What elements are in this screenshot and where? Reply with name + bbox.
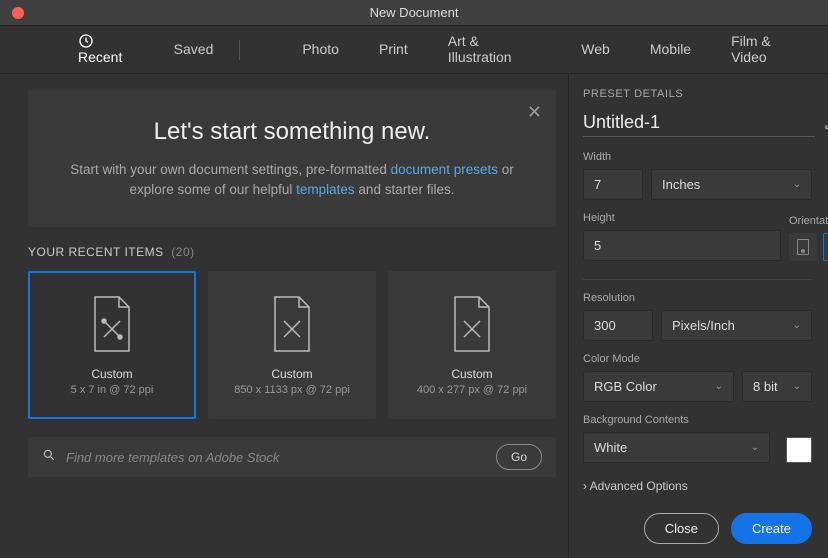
create-button[interactable]: Create bbox=[731, 513, 812, 544]
resolution-unit-value: Pixels/Inch bbox=[672, 318, 735, 333]
card-sub: 5 x 7 in @ 72 ppi bbox=[71, 384, 154, 396]
titlebar: New Document bbox=[0, 0, 828, 26]
chevron-right-icon: › bbox=[583, 479, 587, 493]
chevron-down-icon: ⌄ bbox=[715, 381, 723, 392]
preset-details-panel: PRESET DETAILS Width Inches ⌄ Height bbox=[568, 74, 828, 558]
search-icon bbox=[42, 448, 56, 467]
bg-select[interactable]: White ⌄ bbox=[583, 432, 770, 463]
colormode-label: Color Mode bbox=[583, 353, 812, 365]
advanced-label: Advanced Options bbox=[590, 479, 688, 493]
tab-art[interactable]: Art & Illustration bbox=[446, 21, 544, 78]
chevron-down-icon: ⌄ bbox=[793, 381, 801, 392]
bg-label: Background Contents bbox=[583, 414, 812, 426]
card-name: Custom bbox=[451, 367, 492, 381]
colormode-value: RGB Color bbox=[594, 379, 657, 394]
recent-items-label: YOUR RECENT ITEMS bbox=[28, 245, 164, 259]
height-input[interactable] bbox=[583, 230, 781, 261]
search-input[interactable] bbox=[66, 450, 486, 465]
tab-print[interactable]: Print bbox=[377, 29, 410, 70]
document-icon bbox=[449, 295, 495, 353]
unit-select[interactable]: Inches ⌄ bbox=[651, 169, 812, 200]
tab-saved[interactable]: Saved bbox=[172, 29, 216, 70]
tab-recent-label: Recent bbox=[78, 49, 122, 65]
resolution-input[interactable] bbox=[583, 310, 653, 341]
orientation-landscape[interactable] bbox=[823, 233, 828, 261]
document-icon bbox=[269, 295, 315, 353]
close-icon[interactable]: ✕ bbox=[527, 102, 542, 123]
recent-card[interactable]: Custom 5 x 7 in @ 72 ppi bbox=[28, 271, 196, 419]
bg-swatch[interactable] bbox=[786, 437, 812, 463]
chevron-down-icon: ⌄ bbox=[751, 442, 759, 453]
recent-items-count: (20) bbox=[171, 245, 194, 259]
recent-cards: Custom 5 x 7 in @ 72 ppi Custom 850 x 11… bbox=[28, 271, 556, 419]
bitdepth-value: 8 bit bbox=[753, 379, 778, 394]
window-title: New Document bbox=[0, 5, 828, 20]
document-name-input[interactable] bbox=[583, 112, 815, 137]
left-pane: ✕ Let's start something new. Start with … bbox=[0, 74, 568, 558]
advanced-options-toggle[interactable]: › Advanced Options bbox=[583, 479, 812, 493]
document-icon bbox=[89, 295, 135, 353]
stock-searchbar: Go bbox=[28, 437, 556, 477]
card-name: Custom bbox=[271, 367, 312, 381]
resolution-unit-select[interactable]: Pixels/Inch ⌄ bbox=[661, 310, 812, 341]
tab-mobile[interactable]: Mobile bbox=[648, 29, 693, 70]
recent-items-header: YOUR RECENT ITEMS (20) bbox=[28, 245, 556, 259]
card-sub: 400 x 277 px @ 72 ppi bbox=[417, 384, 527, 396]
hero-text-frag: Start with your own document settings, p… bbox=[70, 162, 390, 177]
document-presets-link[interactable]: document presets bbox=[391, 162, 498, 177]
chevron-down-icon: ⌄ bbox=[793, 179, 801, 190]
hero-panel: ✕ Let's start something new. Start with … bbox=[28, 90, 556, 227]
tab-photo[interactable]: Photo bbox=[300, 29, 341, 70]
height-label: Height bbox=[583, 212, 781, 224]
orientation-portrait[interactable] bbox=[789, 233, 817, 261]
card-name: Custom bbox=[91, 367, 132, 381]
hero-text-frag: and starter files. bbox=[355, 182, 455, 197]
unit-value: Inches bbox=[662, 177, 700, 192]
resolution-label: Resolution bbox=[583, 292, 812, 304]
bitdepth-select[interactable]: 8 bit ⌄ bbox=[742, 371, 812, 402]
close-window-icon[interactable] bbox=[12, 7, 24, 19]
recent-card[interactable]: Custom 400 x 277 px @ 72 ppi bbox=[388, 271, 556, 419]
preset-details-header: PRESET DETAILS bbox=[583, 88, 812, 100]
tab-film[interactable]: Film & Video bbox=[729, 21, 808, 78]
clock-icon bbox=[78, 33, 100, 49]
save-preset-icon[interactable] bbox=[823, 116, 828, 133]
tab-web[interactable]: Web bbox=[579, 29, 612, 70]
colormode-select[interactable]: RGB Color ⌄ bbox=[583, 371, 734, 402]
close-button[interactable]: Close bbox=[644, 513, 719, 544]
portrait-icon bbox=[797, 239, 809, 255]
new-document-window: New Document Recent Saved Photo Print Ar… bbox=[0, 0, 828, 558]
recent-card[interactable]: Custom 850 x 1133 px @ 72 ppi bbox=[208, 271, 376, 419]
hero-title: Let's start something new. bbox=[68, 118, 516, 146]
orientation-label: Orientation bbox=[789, 215, 828, 227]
divider bbox=[583, 279, 812, 280]
card-sub: 850 x 1133 px @ 72 ppi bbox=[234, 384, 350, 396]
width-input[interactable] bbox=[583, 169, 643, 200]
chevron-down-icon: ⌄ bbox=[793, 320, 801, 331]
templates-link[interactable]: templates bbox=[296, 182, 355, 197]
category-tabs: Recent Saved Photo Print Art & Illustrat… bbox=[0, 26, 828, 74]
go-button[interactable]: Go bbox=[496, 444, 542, 470]
bg-value: White bbox=[594, 440, 627, 455]
hero-text: Start with your own document settings, p… bbox=[68, 160, 516, 199]
tab-recent[interactable]: Recent bbox=[76, 21, 148, 78]
tab-divider bbox=[239, 40, 240, 60]
width-label: Width bbox=[583, 151, 812, 163]
